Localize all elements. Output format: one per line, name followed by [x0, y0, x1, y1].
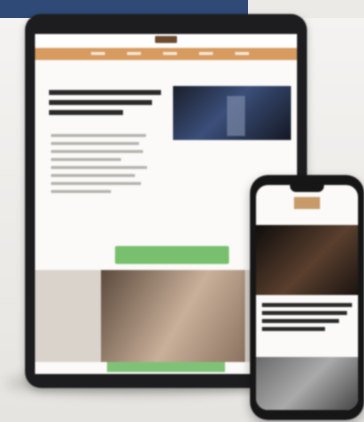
cta-button: [115, 246, 229, 264]
phone-screen: [256, 185, 358, 410]
headline-block: [49, 90, 161, 122]
site-header: [35, 34, 297, 46]
phone-hero-photo: [256, 225, 358, 295]
phone-headline: [262, 303, 352, 335]
phone-notch: [290, 185, 324, 192]
hero-photo: [173, 86, 291, 140]
site-logo: [155, 36, 177, 43]
phone-site-logo: [294, 197, 320, 209]
phone-bottom-photo: [256, 357, 358, 410]
banner-caption-bar: [107, 362, 225, 372]
phone-device: [250, 175, 364, 420]
site-nav-bar: [35, 48, 297, 60]
portrait-photo: [101, 270, 245, 362]
article-text: [51, 134, 151, 198]
